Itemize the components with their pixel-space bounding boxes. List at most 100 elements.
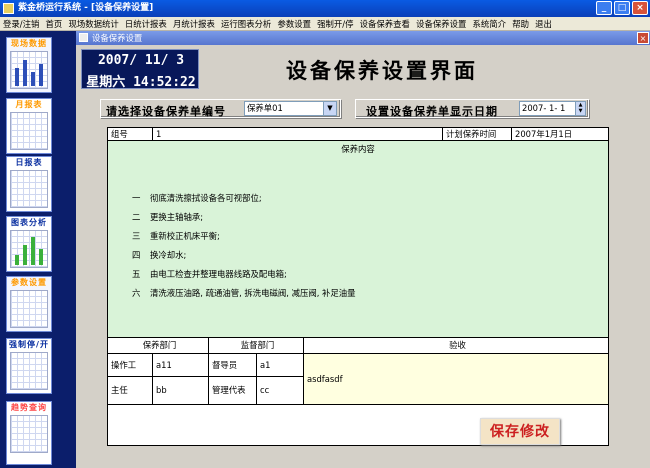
window-title: 紫金桥运行系统 - [设备保养设置] xyxy=(18,3,154,13)
sidebar-label: 月报表 xyxy=(15,100,43,109)
operator-value[interactable]: a11 xyxy=(153,354,209,377)
content-line: 五由电工检查并整理电器线路及配电箱; xyxy=(132,268,287,280)
line-text: 更换主轴轴承; xyxy=(150,212,204,222)
menu-home[interactable]: 首页 xyxy=(46,18,63,30)
line-text: 重新校正机床平衡; xyxy=(150,231,220,241)
plan-time-value[interactable]: 2007年1月1日 xyxy=(512,128,608,141)
sidebar-label: 图表分析 xyxy=(11,218,47,227)
line-number: 二 xyxy=(132,212,141,222)
maintenance-sheet-select[interactable]: 保养单01 ▼ xyxy=(244,101,337,116)
thumbnail-icon xyxy=(10,51,48,89)
sidebar-label: 现场数据 xyxy=(11,39,47,48)
thumbnail-icon xyxy=(10,415,48,453)
sidebar-item-monthly[interactable]: 月报表 xyxy=(6,98,52,154)
sidebar-label: 趋势查询 xyxy=(11,403,47,412)
operator-label: 操作工 xyxy=(108,354,153,377)
accept-input[interactable]: asdfasdf xyxy=(304,354,608,405)
sidebar: 现场数据 月报表 日报表 图表分析 参数设置 强制停/开 趋势查询 xyxy=(0,31,76,468)
content-line: 三重新校正机床平衡; xyxy=(132,230,220,242)
form-header-row: 组号 1 计划保养时间 2007年1月1日 xyxy=(108,128,608,141)
clock-display: 2007/ 11/ 3 星期六 14:52:22 xyxy=(81,49,199,90)
menu-maintenance-view[interactable]: 设备保养查看 xyxy=(360,18,410,30)
line-text: 清洗液压油路, 疏通油管, 拆洗电磁阀, 减压阀, 补足油量 xyxy=(150,288,356,298)
display-date-panel: 设置设备保养单显示日期 2007- 1- 1 ▲ ▼ xyxy=(355,99,589,118)
app-icon xyxy=(3,3,14,14)
sidebar-item-trend[interactable]: 趋势查询 xyxy=(6,401,52,465)
line-text: 彻底清洗擦拭设备各可视部位; xyxy=(150,193,262,203)
clock-date: 2007/ 11/ 3 xyxy=(97,53,185,68)
menu-exit[interactable]: 退出 xyxy=(535,18,552,30)
menu-about[interactable]: 系统简介 xyxy=(473,18,507,30)
sidebar-label: 参数设置 xyxy=(11,278,47,287)
line-number: 六 xyxy=(132,288,141,298)
menu-help[interactable]: 帮助 xyxy=(512,18,529,30)
sidebar-label: 强制停/开 xyxy=(9,340,49,349)
supervise-header: 监督部门 xyxy=(209,338,304,354)
inner-window-title: 设备保养设置 xyxy=(92,33,143,43)
director-label: 主任 xyxy=(108,377,153,405)
thumbnail-icon xyxy=(10,112,48,150)
manager-label: 管理代表 xyxy=(209,377,257,405)
content-line: 二更换主轴轴承; xyxy=(132,211,203,223)
sidebar-item-chart[interactable]: 图表分析 xyxy=(6,216,52,272)
menu-field-stats[interactable]: 现场数据统计 xyxy=(68,18,118,30)
line-number: 四 xyxy=(132,250,141,260)
supervisor-label: 督导员 xyxy=(209,354,257,377)
sidebar-label: 日报表 xyxy=(15,158,43,167)
sidebar-item-field-data[interactable]: 现场数据 xyxy=(6,37,52,93)
menu-params[interactable]: 参数设置 xyxy=(277,18,311,30)
menu-daily-report[interactable]: 日统计报表 xyxy=(125,18,167,30)
menu-force-start-stop[interactable]: 强制开/停 xyxy=(317,18,353,30)
thumbnail-icon xyxy=(10,290,48,328)
sidebar-item-force[interactable]: 强制停/开 xyxy=(6,338,52,394)
display-date-value: 2007- 1- 1 xyxy=(522,103,566,113)
selector-label: 请选择设备保养单编号 xyxy=(106,105,226,118)
director-value[interactable]: bb xyxy=(153,377,209,405)
maximize-button[interactable]: □ xyxy=(614,1,630,15)
menu-chart-analysis[interactable]: 运行图表分析 xyxy=(221,18,271,30)
group-value[interactable]: 1 xyxy=(153,128,443,141)
content-line: 四换冷却水; xyxy=(132,249,186,261)
date-spinner[interactable]: ▲ ▼ xyxy=(575,102,585,115)
maintenance-form: 组号 1 计划保养时间 2007年1月1日 保养内容 一彻底清洗擦拭设备各可视部… xyxy=(107,127,609,446)
sidebar-item-daily[interactable]: 日报表 xyxy=(6,156,52,212)
plan-time-label: 计划保养时间 xyxy=(443,128,512,141)
thumbnail-icon xyxy=(10,170,48,208)
menu-login[interactable]: 登录/注销 xyxy=(3,18,39,30)
line-text: 由电工检查并整理电器线路及配电箱; xyxy=(150,269,287,279)
inner-window-titlebar: 设备保养设置 × xyxy=(76,31,650,45)
accept-header: 验收 xyxy=(304,338,608,354)
chevron-down-icon[interactable]: ▼ xyxy=(323,102,336,115)
close-button[interactable]: × xyxy=(632,1,648,15)
content-line: 六清洗液压油路, 疏通油管, 拆洗电磁阀, 减压阀, 补足油量 xyxy=(132,287,356,299)
menubar: 登录/注销 首页 现场数据统计 日统计报表 月统计报表 运行图表分析 参数设置 … xyxy=(0,17,650,31)
document-icon xyxy=(79,33,88,42)
spin-down-icon[interactable]: ▼ xyxy=(576,108,585,114)
maintenance-content[interactable]: 保养内容 一彻底清洗擦拭设备各可视部位; 二更换主轴轴承; 三重新校正机床平衡;… xyxy=(108,141,608,338)
manager-value[interactable]: cc xyxy=(257,377,304,405)
display-date-input[interactable]: 2007- 1- 1 ▲ ▼ xyxy=(519,101,586,116)
line-number: 一 xyxy=(132,193,141,203)
group-label: 组号 xyxy=(108,128,153,141)
inner-close-button[interactable]: × xyxy=(637,32,649,44)
menu-monthly-report[interactable]: 月统计报表 xyxy=(173,18,215,30)
thumbnail-icon xyxy=(10,352,48,390)
content-header: 保养内容 xyxy=(341,144,375,154)
page-title: 设备保养设置界面 xyxy=(286,58,478,83)
thumbnail-icon xyxy=(10,230,48,268)
selector-panel: 请选择设备保养单编号 保养单01 ▼ xyxy=(100,99,341,118)
line-number: 三 xyxy=(132,231,141,241)
sidebar-item-params[interactable]: 参数设置 xyxy=(6,276,52,332)
window-titlebar: 紫金桥运行系统 - [设备保养设置] _ □ × xyxy=(0,0,650,17)
main-content: 2007/ 11/ 3 星期六 14:52:22 设备保养设置界面 请选择设备保… xyxy=(76,45,650,468)
content-line: 一彻底清洗擦拭设备各可视部位; xyxy=(132,192,262,204)
minimize-button[interactable]: _ xyxy=(596,1,612,15)
line-number: 五 xyxy=(132,269,141,279)
dept-header: 保养部门 xyxy=(108,338,209,354)
maintenance-sheet-value: 保养单01 xyxy=(247,103,283,113)
display-date-label: 设置设备保养单显示日期 xyxy=(366,105,498,118)
save-changes-button[interactable]: 保存修改 xyxy=(480,418,560,445)
menu-maintenance-settings[interactable]: 设备保养设置 xyxy=(416,18,466,30)
supervisor-value[interactable]: a1 xyxy=(257,354,304,377)
line-text: 换冷却水; xyxy=(150,250,187,260)
